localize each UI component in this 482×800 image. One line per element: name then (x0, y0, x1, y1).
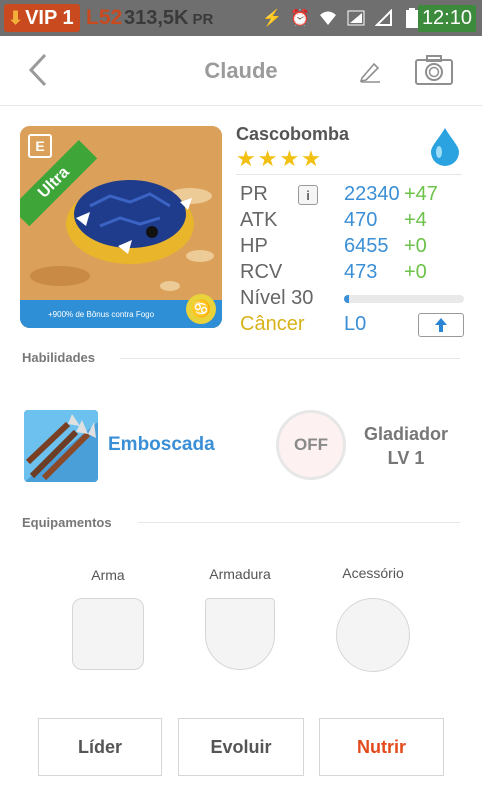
sign-label: Câncer (240, 312, 305, 335)
passive-skill-toggle[interactable]: OFF (276, 410, 346, 480)
stat-bonus: +4 (404, 208, 427, 231)
power-unit: PR (192, 11, 214, 28)
stat-value: 473 (344, 260, 378, 283)
page-title: Claude (204, 58, 278, 83)
stat-label: RCV (240, 260, 283, 283)
edit-pencil-icon[interactable] (358, 58, 384, 84)
evolve-button[interactable]: Evoluir (178, 718, 304, 776)
equipment-heading: Equipamentos (22, 515, 112, 530)
player-power: 313,5K PR (124, 7, 213, 30)
level-label: Nível 30 (240, 286, 314, 309)
stat-label: ATK (240, 208, 278, 231)
weapon-slot[interactable] (72, 598, 144, 670)
vip-label: VIP 1 (25, 6, 74, 29)
power-value: 313,5K (124, 7, 189, 29)
divider (120, 358, 460, 359)
info-button[interactable]: i (298, 185, 318, 205)
leader-button[interactable]: Líder (38, 718, 162, 776)
passive-skill-level: LV 1 (387, 448, 425, 468)
active-skill-icon[interactable] (24, 410, 98, 482)
signal-icon (374, 8, 394, 28)
stat-label: PR (240, 182, 268, 205)
passive-skill[interactable]: Gladiador LV 1 (356, 422, 456, 470)
stat-value: 6455 (344, 234, 389, 257)
passive-state: OFF (294, 435, 328, 454)
accessory-slot-label: Acessório (342, 565, 404, 581)
stat-bonus: +0 (404, 260, 427, 283)
signal-2g-icon (346, 8, 366, 28)
stat-bonus: +0 (404, 234, 427, 257)
stat-value: 22340 (344, 182, 400, 205)
level-progress-bar (344, 295, 464, 303)
cancer-zodiac-icon: ♋ (186, 294, 216, 324)
abilities-heading: Habilidades (22, 350, 95, 365)
active-skill-name[interactable]: Emboscada (108, 434, 215, 456)
vip-badge[interactable]: ⬇ VIP 1 (4, 4, 80, 32)
armor-slot-label: Armadura (209, 566, 271, 582)
status-bar: ⬇ VIP 1 L52 313,5K PR ⚡ ⏰ 12:10 (0, 0, 482, 36)
sign-row: Câncer L0 (240, 311, 466, 337)
evolution-badge-icon: E (28, 134, 52, 158)
player-level: L52 (86, 6, 123, 29)
accessory-slot[interactable] (336, 598, 410, 672)
water-element-icon (428, 126, 462, 166)
stat-value: 470 (344, 208, 378, 231)
system-icons: ⚡ ⏰ (262, 8, 422, 28)
header: Claude (0, 36, 482, 106)
armor-slot[interactable] (205, 598, 275, 670)
level-progress-fill (344, 295, 349, 303)
monster-card[interactable]: Ultra E +900% de Bônus contra Fogo ♋ (20, 126, 222, 328)
rarity-stars: ★★★★ (236, 146, 323, 171)
stats-panel: PR i 22340 +47 ATK 470 +4 HP 6455 +0 RCV… (236, 174, 464, 337)
upgrade-button[interactable] (418, 313, 464, 337)
weapon-slot-label: Arma (91, 567, 125, 583)
wifi-icon (318, 8, 338, 28)
passive-skill-name: Gladiador (363, 424, 448, 444)
alarm-icon: ⏰ (290, 10, 310, 27)
clock: 12:10 (417, 5, 476, 32)
stat-label: HP (240, 234, 268, 257)
camera-icon[interactable] (414, 54, 454, 86)
upgrade-arrow-icon (435, 318, 447, 332)
level-row: Nível 30 (240, 285, 466, 311)
down-arrow-icon: ⬇ (8, 7, 24, 28)
limit-label: L0 (344, 312, 367, 335)
divider (138, 522, 460, 523)
charging-bolt-icon: ⚡ (262, 10, 282, 27)
feed-button[interactable]: Nutrir (319, 718, 444, 776)
stat-bonus: +47 (404, 182, 438, 205)
monster-name: Cascobomba (236, 124, 350, 144)
